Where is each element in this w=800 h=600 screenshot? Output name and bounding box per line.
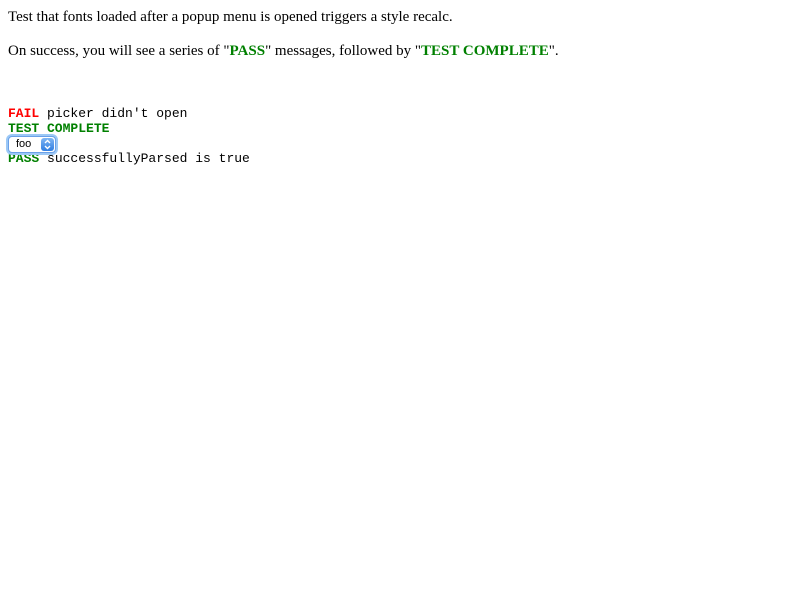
pass-label: PASS <box>8 151 40 166</box>
description-text: Test that fonts loaded after a popup men… <box>8 9 453 25</box>
result-message: picker didn't open <box>39 106 188 121</box>
popup-menu-select[interactable]: foo <box>8 136 56 153</box>
select-value: foo <box>16 138 32 150</box>
instructions-middle: " messages, followed by " <box>265 43 422 59</box>
instructions-prefix: On success, you will see a series of " <box>8 43 230 59</box>
test-complete-label: TEST COMPLETE <box>8 121 110 136</box>
complete-keyword: TEST COMPLETE <box>421 43 549 59</box>
instructions-suffix: ". <box>548 43 559 59</box>
instructions-text: On success, you will see a series of "PA… <box>8 42 559 60</box>
result-line-pass: PASS successfullyParsed is true <box>8 151 250 166</box>
result-line-fail: FAIL picker didn't open <box>8 106 250 121</box>
result-message: successfullyParsed is true <box>39 151 250 166</box>
chevron-updown-icon <box>41 138 54 151</box>
pass-keyword: PASS <box>229 43 266 59</box>
fail-label: FAIL <box>8 106 40 121</box>
